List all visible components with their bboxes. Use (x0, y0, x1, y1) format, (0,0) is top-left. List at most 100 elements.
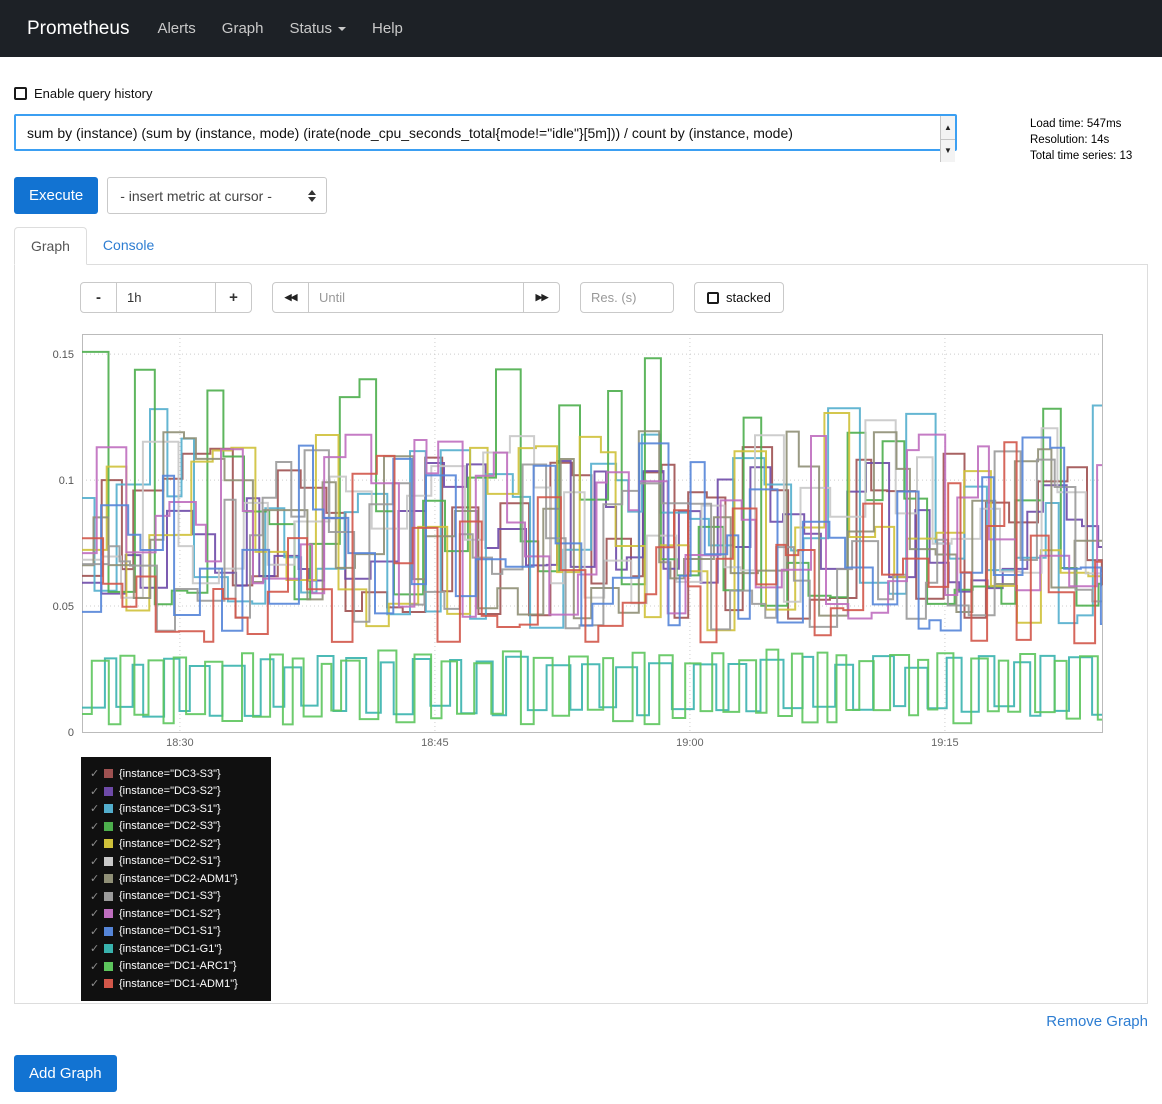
legend-item[interactable]: ✓{instance="DC3-S3"} (90, 765, 262, 783)
check-icon: ✓ (90, 960, 104, 973)
check-icon: ✓ (90, 890, 104, 903)
zoom-out-button[interactable]: - (80, 282, 117, 313)
stacked-toggle[interactable]: stacked (694, 282, 784, 313)
load-time: Load time: 547ms (1030, 116, 1148, 132)
legend: ✓{instance="DC3-S3"}✓{instance="DC3-S2"}… (81, 757, 271, 1001)
time-control-group: ◀◀ ▶▶ (272, 282, 560, 313)
check-icon: ✓ (90, 942, 104, 955)
legend-item[interactable]: ✓ {instance="DC1-G1"} (90, 940, 262, 958)
check-icon: ✓ (90, 977, 104, 990)
execute-button[interactable]: Execute (14, 177, 98, 214)
query-history-checkbox[interactable] (14, 87, 27, 100)
legend-item[interactable]: ✓ {instance="DC2-S3"} (90, 818, 262, 836)
series-color-swatch (104, 909, 113, 918)
resolution-input[interactable] (580, 282, 674, 313)
caret-down-icon (338, 27, 346, 31)
legend-item[interactable]: ✓ {instance="DC1-ARC1"} (90, 958, 262, 976)
nav-item-help[interactable]: Help (359, 20, 416, 37)
tab-graph[interactable]: Graph (14, 227, 87, 265)
legend-item[interactable]: ✓ {instance="DC1-S1"} (90, 923, 262, 941)
legend-item[interactable]: ✓ {instance="DC3-S2"} (90, 783, 262, 801)
until-input[interactable] (308, 282, 524, 313)
check-icon: ✓ (90, 785, 104, 798)
series-label: {instance="DC1-S2"} (119, 908, 221, 920)
series-color-swatch (104, 874, 113, 883)
series-label: {instance="DC1-G1"} (119, 943, 222, 955)
series-label: {instance="DC1-ARC1"} (119, 960, 237, 972)
svg-text:18:45: 18:45 (421, 737, 449, 749)
range-input[interactable] (116, 282, 216, 313)
updown-arrows-icon (308, 190, 316, 202)
nav-item-alerts-label: Alerts (157, 20, 195, 37)
svg-text:19:00: 19:00 (676, 737, 704, 749)
check-icon: ✓ (90, 802, 104, 815)
insert-metric-dropdown[interactable]: - insert metric at cursor - (107, 177, 327, 214)
series-color-swatch (104, 769, 113, 778)
series-color-swatch (104, 787, 113, 796)
check-icon: ✓ (90, 925, 104, 938)
time-forward-button[interactable]: ▶▶ (523, 282, 560, 313)
legend-item[interactable]: ✓ {instance="DC3-S1"} (90, 800, 262, 818)
stacked-checkbox[interactable] (707, 292, 719, 304)
add-graph-button[interactable]: Add Graph (14, 1055, 117, 1092)
nav-item-help-label: Help (372, 20, 403, 37)
nav-item-graph-label: Graph (222, 20, 264, 37)
check-icon: ✓ (90, 855, 104, 868)
query-history-label: Enable query history (34, 86, 153, 101)
series-color-swatch (104, 962, 113, 971)
check-icon: ✓ (90, 820, 104, 833)
spinner-down-icon[interactable]: ▼ (941, 140, 955, 163)
stacked-label: stacked (726, 290, 771, 305)
series-label: {instance="DC2-ADM1"} (119, 873, 238, 885)
range-control-group: - + (80, 282, 252, 313)
legend-item[interactable]: ✓ {instance="DC1-S3"} (90, 888, 262, 906)
series-label: {instance="DC1-ADM1"} (119, 978, 238, 990)
tab-console[interactable]: Console (87, 227, 170, 264)
time-back-button[interactable]: ◀◀ (272, 282, 309, 313)
series-color-swatch (104, 804, 113, 813)
svg-text:0: 0 (68, 727, 74, 739)
check-icon: ✓ (90, 837, 104, 850)
navbar: Prometheus Alerts Graph Status Help (0, 0, 1162, 57)
chart-area: 00.050.10.1518:3018:4519:0019:15 (15, 334, 1147, 751)
series-color-swatch (104, 927, 113, 936)
series-color-swatch (104, 822, 113, 831)
svg-text:19:15: 19:15 (931, 737, 959, 749)
remove-graph-link[interactable]: Remove Graph (1046, 1013, 1148, 1030)
series-label: {instance="DC2-S3"} (119, 820, 221, 832)
svg-text:0.05: 0.05 (53, 601, 74, 613)
series-color-swatch (104, 892, 113, 901)
series-color-swatch (104, 979, 113, 988)
series-label: {instance="DC2-S1"} (119, 855, 221, 867)
svg-text:0.15: 0.15 (53, 349, 74, 361)
legend-item[interactable]: ✓{instance="DC1-S2"} (90, 905, 262, 923)
nav-item-graph[interactable]: Graph (209, 20, 277, 37)
spinner-up-icon[interactable]: ▲ (941, 116, 955, 140)
series-color-swatch (104, 857, 113, 866)
time-series-chart: 00.050.10.1518:3018:4519:0019:15 (15, 334, 1105, 751)
rewind-icon: ◀◀ (285, 292, 297, 303)
query-stats: Load time: 547ms Resolution: 14s Total t… (1030, 114, 1148, 164)
total-time-series: Total time series: 13 (1030, 148, 1148, 164)
legend-item[interactable]: ✓{instance="DC2-ADM1"} (90, 870, 262, 888)
series-label: {instance="DC2-S2"} (119, 838, 221, 850)
expression-input[interactable]: sum by (instance) (sum by (instance, mod… (14, 114, 957, 151)
series-label: {instance="DC1-S1"} (119, 925, 221, 937)
nav-item-status[interactable]: Status (277, 20, 360, 37)
zoom-in-button[interactable]: + (215, 282, 252, 313)
tab-bar: Graph Console (14, 227, 1148, 265)
series-label: {instance="DC1-S3"} (119, 890, 221, 902)
legend-item[interactable]: ✓ {instance="DC2-S1"} (90, 853, 262, 871)
nav-item-status-label: Status (290, 20, 333, 37)
forward-icon: ▶▶ (536, 292, 548, 303)
brand-prometheus[interactable]: Prometheus (27, 18, 129, 40)
series-label: {instance="DC3-S2"} (119, 785, 221, 797)
svg-text:18:30: 18:30 (166, 737, 194, 749)
series-label: {instance="DC3-S3"} (119, 768, 221, 780)
textarea-spinner: ▲ ▼ (940, 116, 955, 162)
graph-controls: - + ◀◀ ▶▶ stacked (80, 282, 1147, 313)
series-label: {instance="DC3-S1"} (119, 803, 221, 815)
legend-item[interactable]: ✓ {instance="DC1-ADM1"} (90, 975, 262, 993)
nav-item-alerts[interactable]: Alerts (144, 20, 208, 37)
legend-item[interactable]: ✓ {instance="DC2-S2"} (90, 835, 262, 853)
